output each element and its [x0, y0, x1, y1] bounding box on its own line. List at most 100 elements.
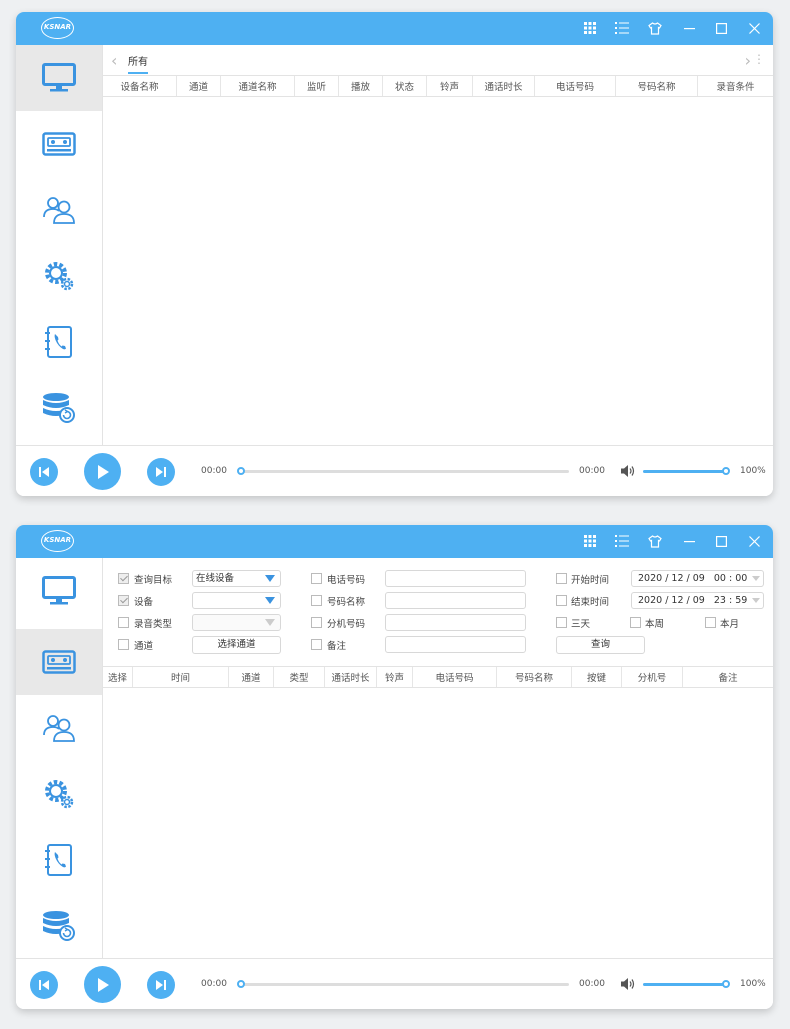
tab-more-icon[interactable]: ⋮	[753, 52, 765, 66]
col-call-duration[interactable]: 通话时长	[473, 76, 535, 96]
col-phone-number[interactable]: 电话号码	[413, 667, 497, 687]
recordings-table-header: 选择 时间 通道 类型 通话时长 铃声 电话号码 号码名称 按键 分机号 备注	[103, 666, 773, 688]
device-checkbox[interactable]	[118, 595, 129, 606]
col-time[interactable]: 时间	[133, 667, 229, 687]
three-days-checkbox[interactable]	[556, 617, 567, 628]
sidebar-item-phonebook[interactable]	[16, 309, 102, 375]
this-week-checkbox[interactable]	[630, 617, 641, 628]
maximize-icon[interactable]	[713, 533, 729, 549]
close-icon[interactable]	[746, 533, 762, 549]
number-name-input[interactable]	[385, 592, 526, 609]
remark-checkbox[interactable]	[311, 639, 322, 650]
extension-input[interactable]	[385, 614, 526, 631]
col-device-name[interactable]: 设备名称	[103, 76, 177, 96]
col-call-duration[interactable]: 通话时长	[325, 667, 377, 687]
col-ringtone[interactable]: 铃声	[377, 667, 413, 687]
sidebar-item-recorder[interactable]	[16, 111, 102, 177]
query-target-value: 在线设备	[196, 573, 235, 584]
sidebar-item-database[interactable]	[16, 893, 102, 959]
select-channel-button[interactable]: 选择通道	[192, 636, 281, 654]
next-button[interactable]	[147, 458, 175, 486]
sidebar-item-settings[interactable]	[16, 243, 102, 309]
next-button[interactable]	[147, 971, 175, 999]
phone-number-checkbox[interactable]	[311, 573, 322, 584]
previous-button[interactable]	[30, 971, 58, 999]
col-remark[interactable]: 备注	[683, 667, 773, 687]
device-select[interactable]	[192, 592, 281, 609]
sidebar-item-contacts[interactable]	[16, 695, 102, 761]
col-select[interactable]: 选择	[103, 667, 133, 687]
col-status[interactable]: 状态	[383, 76, 427, 96]
sidebar-item-settings[interactable]	[16, 761, 102, 827]
col-record-condition[interactable]: 录音条件	[698, 76, 773, 96]
this-month-checkbox[interactable]	[705, 617, 716, 628]
col-ringtone[interactable]: 铃声	[427, 76, 473, 96]
tab-prev-icon[interactable]: ‹	[111, 51, 117, 70]
col-channel-name[interactable]: 通道名称	[221, 76, 295, 96]
progress-handle[interactable]	[237, 467, 245, 475]
record-type-select[interactable]	[192, 614, 281, 631]
volume-handle[interactable]	[722, 467, 730, 475]
phone-number-label: 电话号码	[327, 575, 366, 586]
app-logo: KSNAR	[41, 530, 74, 552]
volume-slider[interactable]	[643, 983, 727, 986]
number-name-checkbox[interactable]	[311, 595, 322, 606]
query-target-checkbox[interactable]	[118, 573, 129, 584]
skin-icon[interactable]	[647, 533, 663, 549]
col-channel[interactable]: 通道	[229, 667, 274, 687]
sidebar-item-recorder[interactable]	[16, 629, 102, 695]
minimize-icon[interactable]	[681, 533, 697, 549]
phone-number-input[interactable]	[385, 570, 526, 587]
sidebar-item-monitor[interactable]	[16, 558, 102, 624]
sidebar-item-monitor[interactable]	[16, 45, 102, 111]
record-type-checkbox[interactable]	[118, 617, 129, 628]
tab-next-icon[interactable]: ›	[745, 51, 751, 70]
play-button[interactable]	[84, 966, 121, 1003]
volume-icon[interactable]	[620, 464, 636, 481]
progress-slider[interactable]	[239, 983, 569, 986]
end-time-checkbox[interactable]	[556, 595, 567, 606]
start-time-checkbox[interactable]	[556, 573, 567, 584]
recorder-icon	[42, 650, 76, 674]
maximize-icon[interactable]	[713, 20, 729, 36]
start-time-picker[interactable]: 2020 / 12 / 09 00 : 00	[631, 570, 764, 587]
volume-icon[interactable]	[620, 977, 636, 994]
query-target-select[interactable]: 在线设备	[192, 570, 281, 587]
end-time-picker[interactable]: 2020 / 12 / 09 23 : 59	[631, 592, 764, 609]
volume-handle[interactable]	[722, 980, 730, 988]
sidebar-item-phonebook[interactable]	[16, 827, 102, 893]
sidebar-item-database[interactable]	[16, 375, 102, 441]
col-number-name[interactable]: 号码名称	[616, 76, 698, 96]
progress-handle[interactable]	[237, 980, 245, 988]
channel-checkbox[interactable]	[118, 639, 129, 650]
col-listen[interactable]: 监听	[295, 76, 339, 96]
title-bar[interactable]: KSNAR	[16, 525, 773, 558]
monitor-icon	[42, 576, 76, 605]
grid-icon[interactable]	[582, 20, 598, 36]
play-button[interactable]	[84, 453, 121, 490]
list-icon[interactable]	[614, 533, 630, 549]
previous-button[interactable]	[30, 458, 58, 486]
minimize-icon[interactable]	[681, 20, 697, 36]
skin-icon[interactable]	[647, 20, 663, 36]
remark-input[interactable]	[385, 636, 526, 653]
col-phone-number[interactable]: 电话号码	[535, 76, 616, 96]
extension-checkbox[interactable]	[311, 617, 322, 628]
close-icon[interactable]	[746, 20, 762, 36]
sidebar-item-contacts[interactable]	[16, 177, 102, 243]
skip-back-icon	[39, 467, 49, 477]
grid-icon[interactable]	[582, 533, 598, 549]
col-number-name[interactable]: 号码名称	[497, 667, 572, 687]
list-icon[interactable]	[614, 20, 630, 36]
progress-slider[interactable]	[239, 470, 569, 473]
dropdown-arrow-icon	[265, 619, 275, 626]
col-channel[interactable]: 通道	[177, 76, 221, 96]
col-play[interactable]: 播放	[339, 76, 383, 96]
volume-slider[interactable]	[643, 470, 727, 473]
col-type[interactable]: 类型	[274, 667, 325, 687]
tab-all[interactable]: 所有	[128, 53, 148, 74]
col-key[interactable]: 按键	[572, 667, 622, 687]
title-bar[interactable]: KSNAR	[16, 12, 773, 45]
query-button[interactable]: 查询	[556, 636, 645, 654]
col-extension[interactable]: 分机号	[622, 667, 683, 687]
